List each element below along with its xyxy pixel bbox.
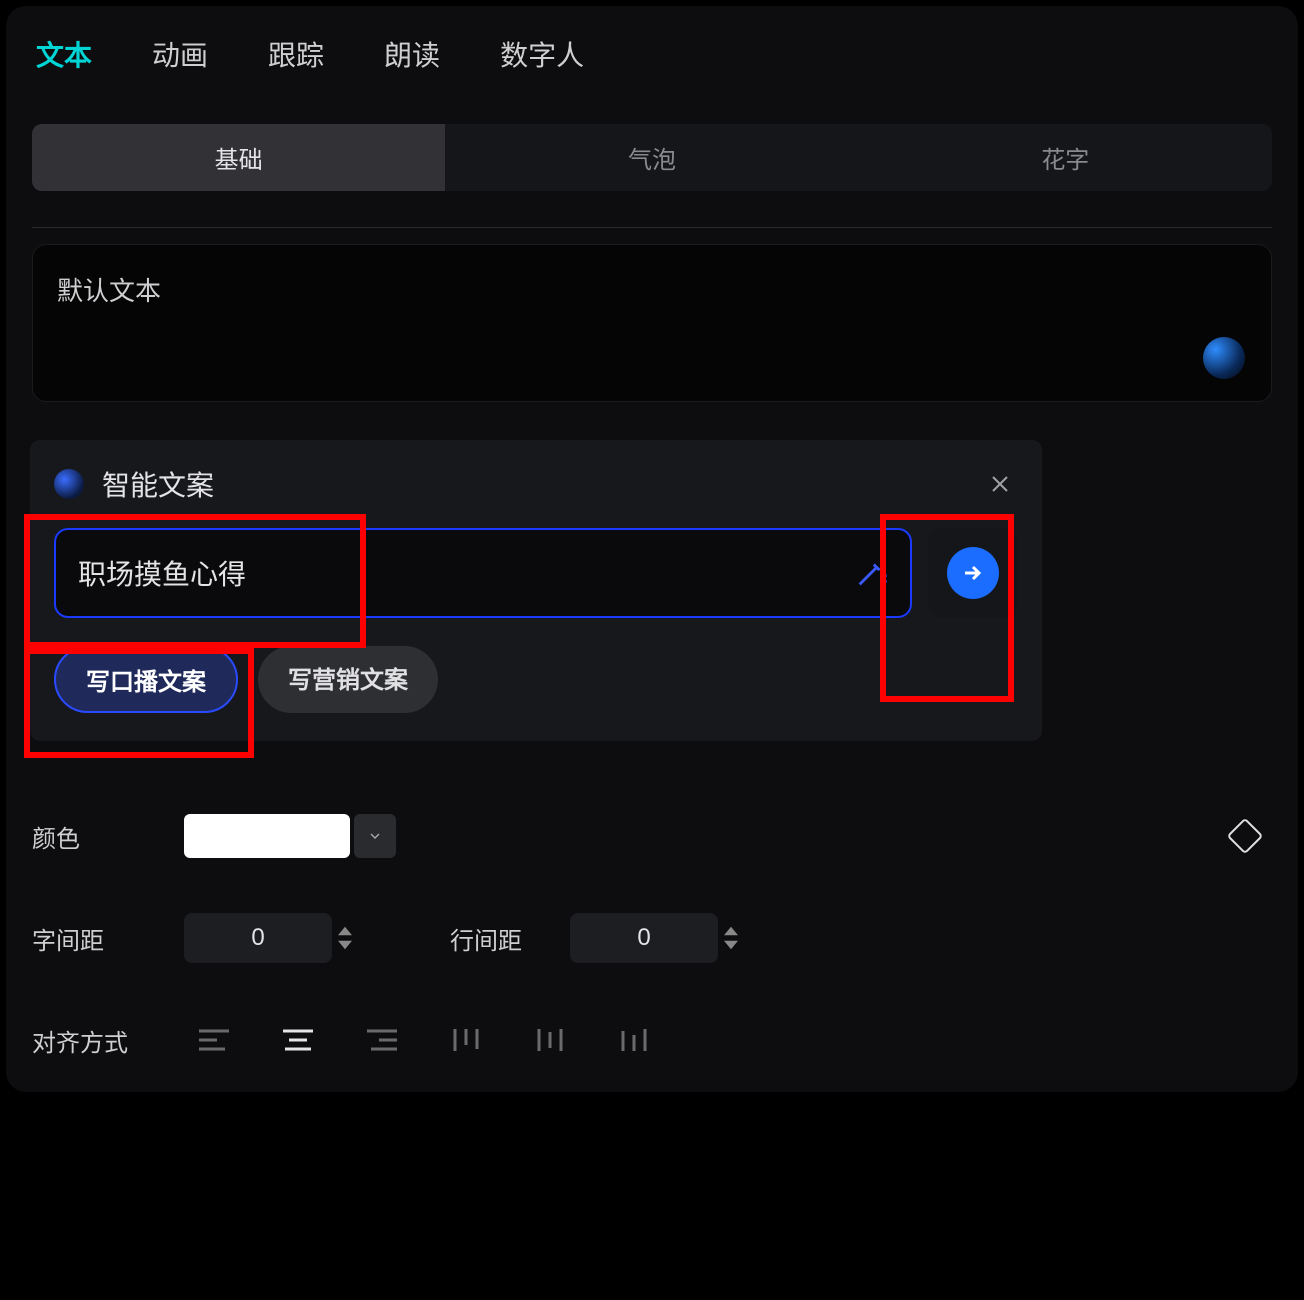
row-align: 对齐方式: [32, 1014, 1258, 1066]
chip-row: 写口播文案 写营销文案: [54, 646, 1018, 713]
align-center-icon[interactable]: [268, 1019, 328, 1061]
smart-title: 智能文案: [102, 464, 214, 504]
label-line-spacing: 行间距: [450, 921, 570, 956]
ai-orb-small-icon: [54, 469, 84, 499]
sub-tabs: 基础 气泡 花字: [32, 124, 1272, 191]
smart-input-row: [54, 528, 1018, 618]
keyframe-diamond-icon[interactable]: [1227, 818, 1264, 855]
text-content-value: 默认文本: [57, 276, 161, 306]
smart-header: 智能文案: [54, 464, 1018, 504]
chip-marketing-copy[interactable]: 写营销文案: [258, 646, 438, 713]
align-right-icon[interactable]: [352, 1019, 412, 1061]
text-content-box[interactable]: 默认文本: [32, 244, 1272, 402]
divider: [32, 227, 1272, 228]
subtab-fancy[interactable]: 花字: [859, 124, 1272, 191]
send-button[interactable]: [928, 528, 1018, 618]
row-spacing: 字间距 0 行间距 0: [32, 912, 1258, 964]
close-icon[interactable]: [982, 466, 1018, 502]
line-spacing-stepper[interactable]: [724, 913, 752, 963]
tab-read[interactable]: 朗读: [384, 34, 440, 74]
line-spacing-input[interactable]: 0: [570, 913, 718, 963]
color-dropdown[interactable]: [354, 814, 396, 858]
tab-text[interactable]: 文本: [36, 34, 92, 74]
align-vertical-center-icon[interactable]: [520, 1019, 580, 1061]
smart-input-wrap: [54, 528, 912, 618]
tab-track[interactable]: 跟踪: [268, 34, 324, 74]
top-tabs: 文本 动画 跟踪 朗读 数字人: [6, 6, 1298, 74]
align-left-icon[interactable]: [184, 1019, 244, 1061]
label-letter-spacing: 字间距: [32, 921, 184, 956]
label-align: 对齐方式: [32, 1023, 184, 1058]
smart-copy-panel: 智能文案 写口播文案 写营: [30, 440, 1042, 741]
chip-broadcast-copy[interactable]: 写口播文案: [54, 646, 238, 713]
color-swatch[interactable]: [184, 814, 350, 858]
tab-animation[interactable]: 动画: [152, 34, 208, 74]
text-panel: 文本 动画 跟踪 朗读 数字人 基础 气泡 花字 默认文本 智能文案: [6, 6, 1298, 1092]
subtab-basic[interactable]: 基础: [32, 124, 445, 191]
align-vertical-right-icon[interactable]: [604, 1019, 664, 1061]
row-color: 颜色: [32, 810, 1258, 862]
tab-avatar[interactable]: 数字人: [500, 34, 584, 74]
label-color: 颜色: [32, 819, 184, 854]
smart-input[interactable]: [78, 557, 854, 589]
ai-orb-icon[interactable]: [1203, 337, 1245, 379]
align-buttons: [184, 1019, 664, 1061]
magic-wand-icon[interactable]: [854, 556, 888, 590]
text-properties: 颜色 字间距 0 行间距 0 对齐方式: [32, 810, 1258, 1116]
letter-spacing-input[interactable]: 0: [184, 913, 332, 963]
letter-spacing-stepper[interactable]: [338, 913, 366, 963]
align-vertical-left-icon[interactable]: [436, 1019, 496, 1061]
arrow-right-icon: [947, 547, 999, 599]
subtab-bubble[interactable]: 气泡: [445, 124, 858, 191]
